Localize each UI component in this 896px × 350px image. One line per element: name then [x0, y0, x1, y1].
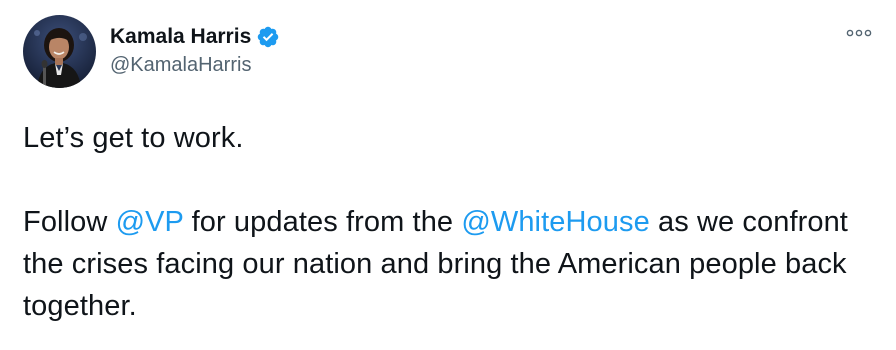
name-row: Kamala Harris	[110, 23, 280, 51]
author-block: Kamala Harris @KamalaHarris	[110, 23, 280, 77]
follow-prefix: Follow	[23, 206, 116, 238]
verified-badge-icon	[256, 25, 280, 49]
author-handle[interactable]: @KamalaHarris	[110, 54, 280, 77]
middle-text: for updates from the	[183, 206, 462, 238]
avatar[interactable]	[23, 15, 96, 88]
profile-photo-icon	[23, 15, 96, 88]
tweet-card: Kamala Harris @KamalaHarris Let’s get to…	[0, 0, 896, 350]
tweet-paragraph-2: Follow @VP for updates from the @WhiteHo…	[23, 201, 873, 327]
tweet-line-1: Let’s get to work.	[23, 122, 244, 154]
mention-whitehouse-link[interactable]: @WhiteHouse	[461, 206, 650, 238]
tweet-text: Let’s get to work. Follow @VP for update…	[23, 117, 873, 327]
more-options-icon	[846, 29, 872, 37]
display-name[interactable]: Kamala Harris	[110, 25, 251, 49]
more-options-button[interactable]	[844, 20, 874, 46]
mention-vp-link[interactable]: @VP	[116, 206, 184, 238]
